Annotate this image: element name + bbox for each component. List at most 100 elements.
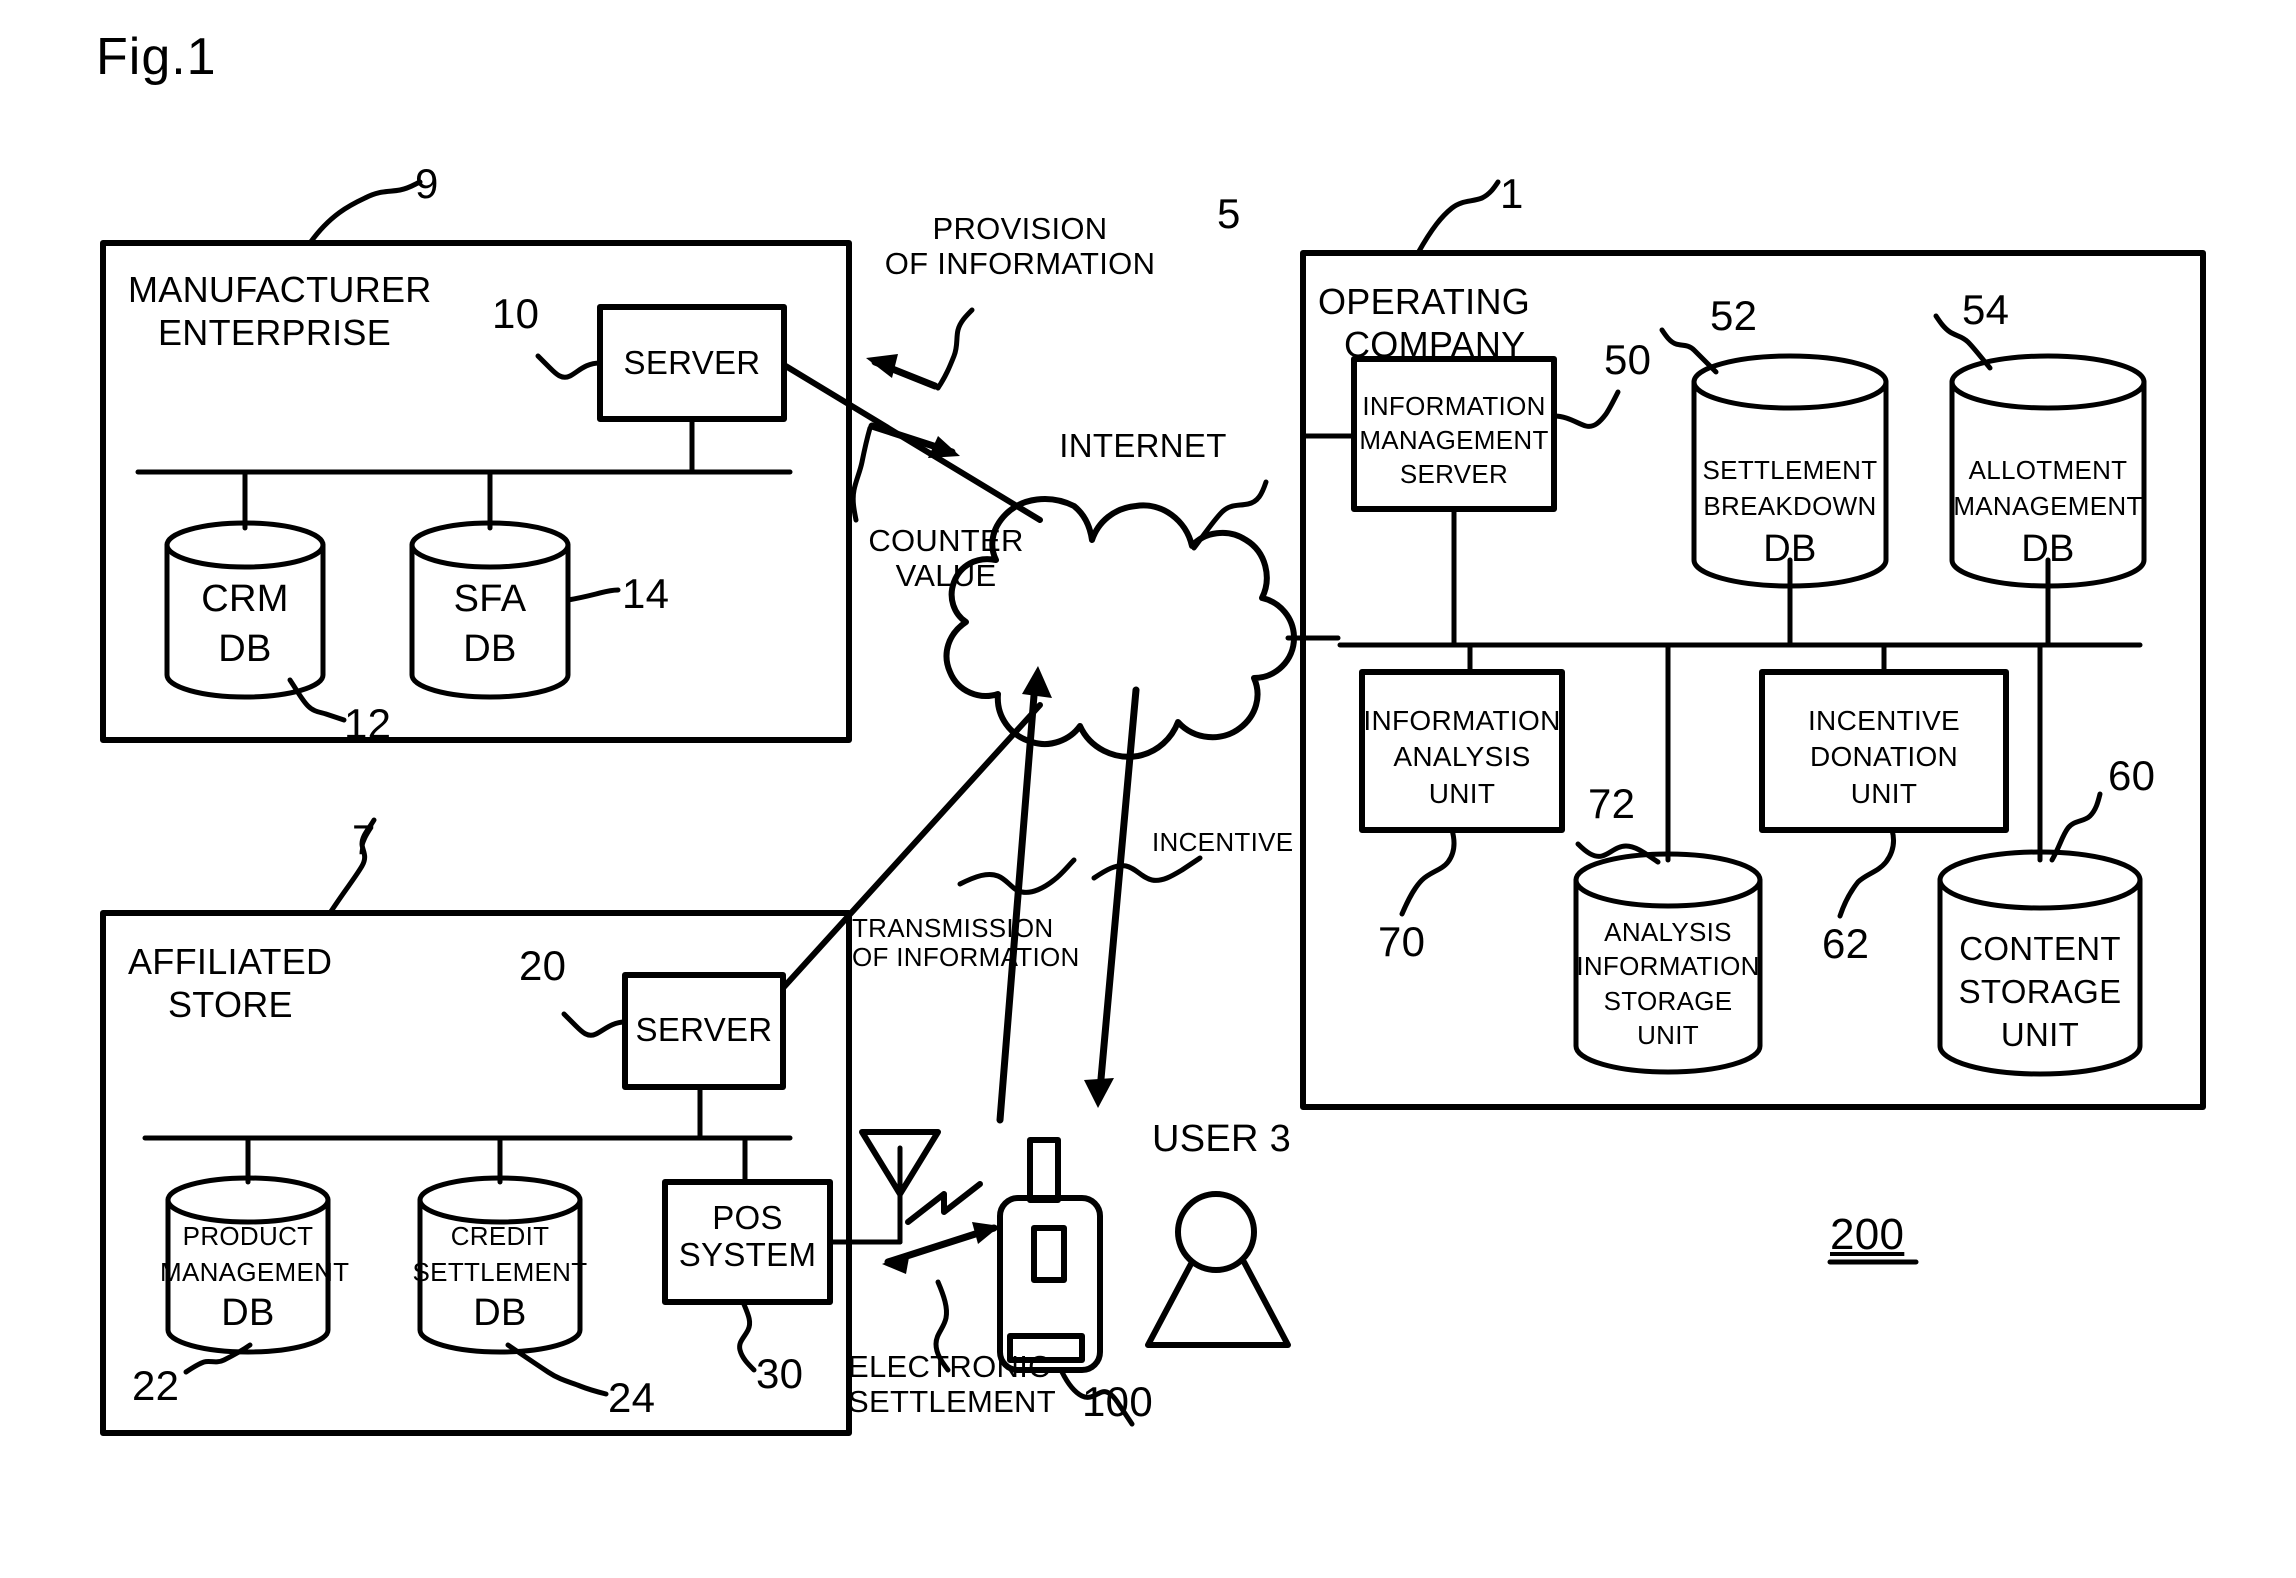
credit-settlement-db-top — [417, 1175, 583, 1225]
ref-12: 12 — [344, 700, 392, 747]
incentive-arrow-head — [1084, 1078, 1114, 1108]
csu-line3: UNIT — [2000, 1015, 2080, 1053]
credit-settlement-db-line1: CREDIT — [450, 1221, 550, 1251]
ais-line4: UNIT — [1637, 1019, 1699, 1050]
product-management-db-line1: PRODUCT — [182, 1221, 314, 1251]
ref-52: 52 — [1710, 292, 1758, 339]
counter-value-label: COUNTER VALUE — [838, 523, 1054, 593]
wireless-arrow-head-left — [882, 1252, 910, 1274]
transmission-arrow-line — [996, 679, 1039, 1124]
counter-value-line2: VALUE — [895, 557, 997, 593]
transmission-of-information-label: TRANSMISSION OF INFORMATION — [852, 913, 1079, 972]
provision-line1: PROVISION — [932, 211, 1108, 246]
manufacturer-enterprise-title: MANUFACTURER ENTERPRISE — [128, 268, 432, 354]
iau-line2: ANALYSIS — [1393, 741, 1531, 773]
ref-22: 22 — [132, 1362, 180, 1409]
ais-line1: ANALYSIS — [1604, 917, 1732, 947]
user-body — [1145, 1259, 1291, 1348]
leader-counter-value — [850, 425, 873, 523]
mobile-phone-antenna — [1027, 1137, 1061, 1203]
iau-line1: INFORMATION — [1363, 705, 1561, 736]
csu-line1: CONTENT — [1959, 930, 2121, 967]
manufacturer-title-line2: ENTERPRISE — [158, 312, 392, 354]
sfa-db-label-line1: SFA — [453, 578, 527, 620]
ref-30: 30 — [756, 1350, 804, 1397]
ims-line1: INFORMATION — [1362, 391, 1546, 421]
leader-62 — [1837, 827, 1897, 919]
ref-72: 72 — [1588, 780, 1636, 827]
crm-db-label-line2: DB — [218, 628, 272, 670]
leader-60 — [2049, 791, 2103, 863]
operating-company-title: OPERATING COMPANY — [1318, 280, 1530, 366]
settlement-breakdown-line2: BREAKDOWN — [1703, 491, 1877, 521]
ref-60: 60 — [2108, 752, 2156, 799]
csu-line2: STORAGE — [1958, 972, 2122, 1010]
settlement-breakdown-db-top — [1691, 353, 1889, 411]
wireless-zigzag — [905, 1181, 983, 1225]
idu-line3: UNIT — [1850, 777, 1918, 809]
operating-title-line1: OPERATING — [1318, 281, 1531, 322]
leader-20 — [561, 1011, 628, 1038]
ref-9: 9 — [415, 160, 439, 207]
provision-line2: OF INFORMATION — [884, 245, 1156, 281]
pos-line1: POS — [712, 1199, 783, 1236]
affiliated-store-title: AFFILIATED STORE — [128, 940, 332, 1026]
ref-7: 7 — [352, 816, 376, 863]
electronic-settlement-line1: ELECTRONIC — [848, 1349, 1051, 1384]
credit-settlement-db-line3: DB — [473, 1292, 527, 1334]
sfa-db-label-line2: DB — [463, 628, 517, 670]
ref-5: 5 — [1217, 190, 1241, 237]
store-title-line2: STORE — [168, 984, 293, 1026]
leader-14 — [565, 587, 621, 603]
iau-line3: UNIT — [1428, 777, 1496, 809]
leader-1 — [1415, 179, 1501, 256]
pos-line2: SYSTEM — [678, 1235, 817, 1273]
provision-arrow-head — [866, 354, 898, 378]
store-title-line1: AFFILIATED — [128, 941, 333, 982]
ais-line3: STORAGE — [1603, 985, 1733, 1016]
ims-line3: SERVER — [1399, 458, 1509, 489]
ref-50: 50 — [1604, 336, 1652, 383]
settlement-breakdown-line3: DB — [1763, 528, 1817, 570]
incentive-donation-unit-label: INCENTIVE DONATION UNIT — [1762, 703, 2006, 812]
ref-24: 24 — [608, 1374, 656, 1421]
system-ref-200: 200 — [1830, 1210, 1905, 1259]
manufacturer-title-line1: MANUFACTURER — [128, 269, 432, 310]
ref-54: 54 — [1962, 286, 2010, 333]
allotment-management-line1: ALLOTMENT — [1968, 455, 2128, 485]
leader-70 — [1399, 827, 1457, 917]
operating-title-line2: COMPANY — [1344, 324, 1526, 366]
mobile-phone-screen — [1031, 1225, 1067, 1283]
leader-24 — [505, 1342, 609, 1397]
product-management-db-line3: DB — [221, 1292, 275, 1334]
crm-db-label-line1: CRM — [201, 578, 289, 620]
store-server-label: SERVER — [635, 1011, 773, 1048]
leader-incentive — [1091, 855, 1203, 883]
ims-line2: MANAGEMENT — [1359, 424, 1549, 455]
user-label: USER 3 — [1152, 1118, 1292, 1160]
patent-figure-page: Fig.1 9 MANUFACTURER ENTERPRISE 10 SERVER… — [0, 0, 2296, 1578]
internet-label: INTERNET — [1059, 427, 1227, 464]
ais-line2: INFORMATION — [1576, 951, 1760, 982]
pos-system-label: POS SYSTEM — [660, 1199, 835, 1274]
information-analysis-unit-label: INFORMATION ANALYSIS UNIT — [1358, 703, 1566, 812]
ref-70: 70 — [1378, 918, 1426, 965]
credit-settlement-db-line2: SETTLEMENT — [412, 1257, 588, 1287]
ref-14: 14 — [622, 570, 670, 617]
settlement-breakdown-line1: SETTLEMENT — [1702, 455, 1878, 485]
allotment-management-db-top — [1949, 353, 2147, 411]
transmission-line2: OF INFORMATION — [852, 942, 1080, 973]
counter-value-line1: COUNTER — [868, 523, 1024, 558]
allotment-management-line3: DB — [2021, 528, 2075, 570]
user-head — [1175, 1191, 1257, 1273]
ref-100: 100 — [1082, 1378, 1153, 1425]
ref-10: 10 — [492, 290, 540, 337]
electronic-settlement-label: ELECTRONIC SETTLEMENT — [848, 1349, 1108, 1419]
leader-provision — [935, 307, 975, 391]
analysis-info-storage-label: ANALYSIS INFORMATION STORAGE UNIT — [1576, 915, 1760, 1052]
transmission-arrow-head — [1022, 666, 1052, 698]
ref-62: 62 — [1822, 920, 1870, 967]
leader-50 — [1551, 389, 1621, 429]
ref-20: 20 — [519, 942, 567, 989]
leader-30 — [737, 1299, 757, 1373]
